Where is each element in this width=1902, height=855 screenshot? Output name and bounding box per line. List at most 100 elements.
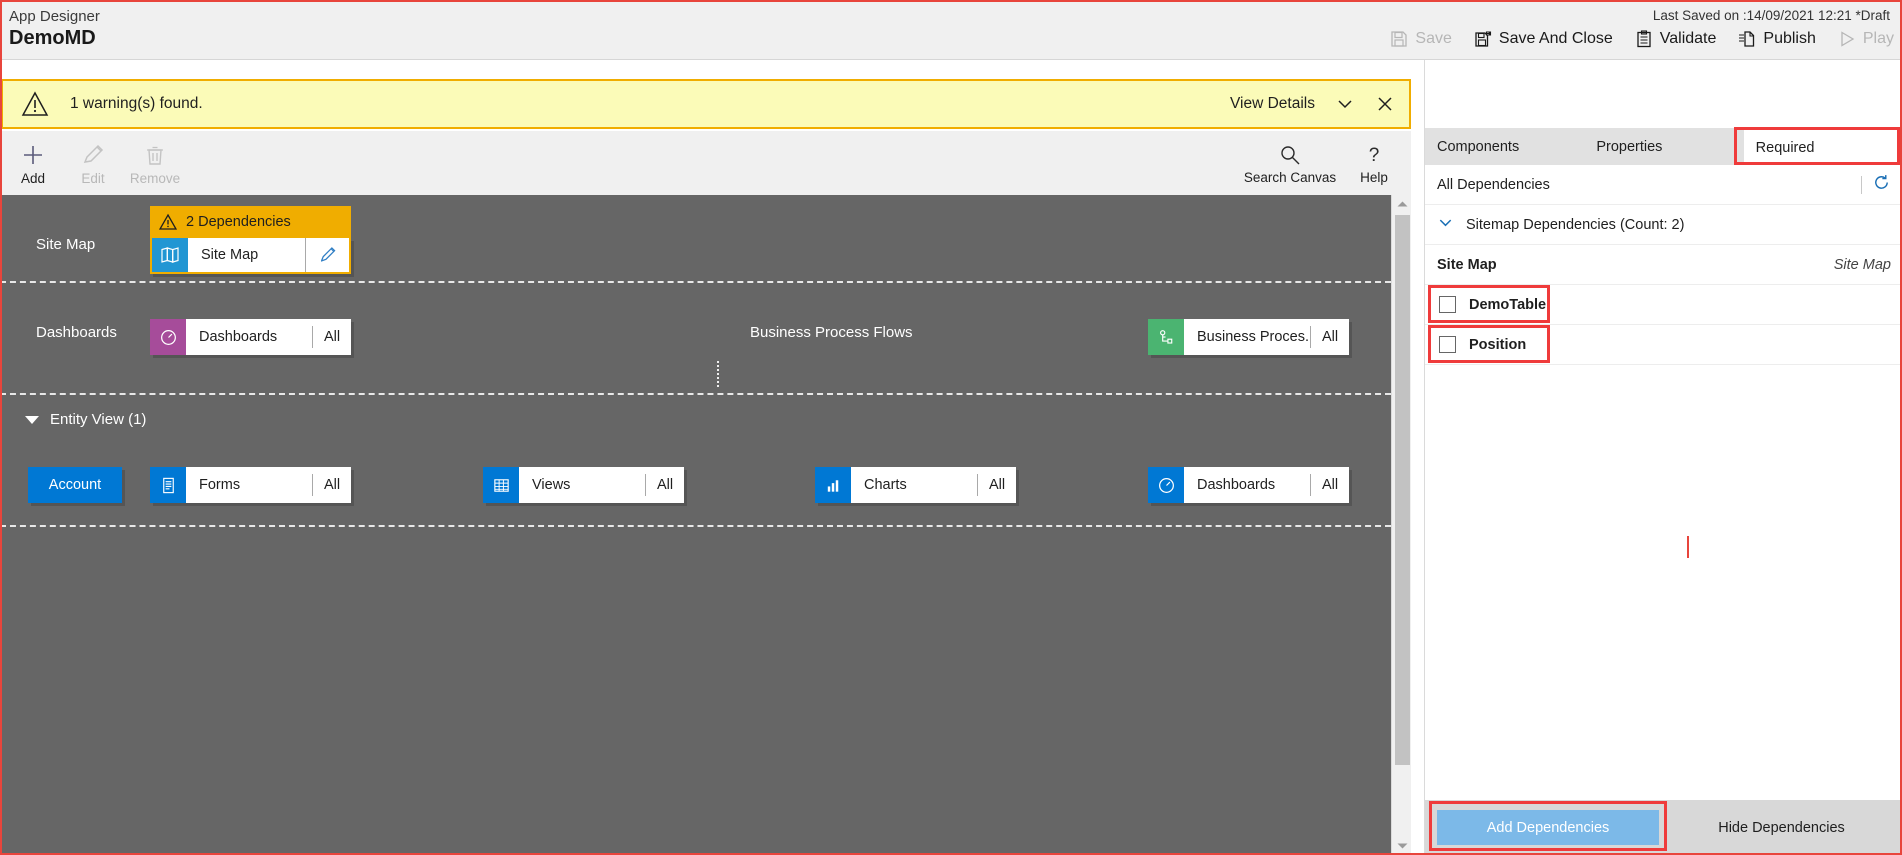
sitemap-dependencies-label: 2 Dependencies [186,214,291,230]
dependency-subheader-right: Site Map [1833,256,1891,273]
bpf-zone-divider [717,361,719,387]
entity-views-tile[interactable]: Views All [483,467,684,503]
dashboards-zone-label: Dashboards [36,324,117,341]
dependency-label-demotable: DemoTable [1469,296,1547,313]
tab-properties[interactable]: Properties [1584,128,1743,165]
dashboards-tile[interactable]: Dashboards All [150,319,351,355]
scroll-down-arrow-icon[interactable] [1392,837,1412,855]
entity-account-button[interactable]: Account [28,467,122,503]
sitemap-tile-group: 2 Dependencies Site Map [150,206,351,274]
entity-dashboards-tile[interactable]: Dashboards All [1148,467,1349,503]
validate-clipboard-icon [1635,30,1653,48]
toolbar-divider [1861,175,1862,194]
warning-message: 1 warning(s) found. [70,95,203,112]
sitemap-dependencies-badge[interactable]: 2 Dependencies [150,206,351,238]
remove-label: Remove [129,170,181,186]
all-dependencies-row: All Dependencies [1425,165,1902,205]
play-label: Play [1862,30,1894,47]
dashboard-gauge-icon [150,319,186,355]
app-designer-canvas: Site Map 2 Dependencies Site Map Dashboa… [0,195,1391,855]
form-icon [150,467,186,503]
bpf-tile[interactable]: Business Proces... All [1148,319,1349,355]
dashboard-gauge-icon [1148,467,1184,503]
edit-label: Edit [81,170,105,186]
dependency-label-position: Position [1469,336,1527,353]
help-button[interactable]: ? Help [1345,137,1403,191]
entity-view-label: Entity View (1) [50,411,147,428]
sitemap-edit-button[interactable] [305,238,349,272]
app-designer-label: App Designer [9,8,100,25]
top-header: App Designer DemoMD Last Saved on :14/09… [0,0,1902,60]
all-dependencies-label: All Dependencies [1437,176,1550,193]
entity-view-zone: Entity View (1) Account Forms All Views … [0,395,1391,527]
pencil-icon [81,143,105,167]
entity-dashboards-all: All [1311,467,1349,503]
canvas-scrollbar[interactable] [1391,195,1411,855]
dependency-row-position[interactable]: Position [1425,325,1902,365]
validate-button[interactable]: Validate [1635,30,1717,48]
entity-views-label: Views [519,467,645,503]
dashboards-bpf-zone: Dashboards Dashboards All Business Proce… [0,283,1391,395]
entity-forms-all: All [313,467,351,503]
warning-actions: View Details [1230,81,1395,127]
command-bar: Add Edit Remove Search Canvas ? Help [0,131,1411,195]
bpf-zone-label: Business Process Flows [750,324,913,341]
refresh-icon[interactable] [1872,173,1891,197]
grid-view-icon [483,467,519,503]
scroll-up-arrow-icon[interactable] [1392,195,1412,213]
question-mark-icon: ? [1363,144,1385,166]
save-and-close-button[interactable]: Save And Close [1474,30,1613,48]
close-icon[interactable] [1375,94,1395,114]
add-dependencies-button[interactable]: Add Dependencies [1437,810,1659,845]
dashboards-tile-label: Dashboards [186,319,312,355]
hide-dependencies-button[interactable]: Hide Dependencies [1674,810,1889,845]
all-dependencies-tools [1861,173,1891,197]
validate-label: Validate [1659,30,1717,47]
right-panel: Components Properties Required All Depen… [1424,60,1902,855]
entity-forms-label: Forms [186,467,312,503]
process-flow-icon [1148,319,1184,355]
publish-button[interactable]: Publish [1738,30,1816,48]
warning-triangle-icon [150,213,186,231]
save-and-close-label: Save And Close [1498,30,1613,47]
remove-button[interactable]: Remove [122,137,188,191]
sitemap-tile-label: Site Map [188,238,305,272]
help-label: Help [1360,169,1388,185]
add-button[interactable]: Add [0,137,66,191]
search-canvas-button[interactable]: Search Canvas [1240,137,1340,191]
chevron-down-icon [1437,214,1454,236]
dependency-row-demotable[interactable]: DemoTable [1425,285,1902,325]
panel-footer: Add Dependencies Hide Dependencies [1425,800,1902,855]
search-icon [1279,144,1301,166]
entity-views-all: All [646,467,684,503]
bpf-tile-label: Business Proces... [1184,319,1310,355]
publish-icon [1738,30,1756,48]
play-button[interactable]: Play [1838,30,1894,48]
sitemap-tile[interactable]: Site Map [150,238,351,274]
sitemap-dependencies-group[interactable]: Sitemap Dependencies (Count: 2) [1425,205,1902,245]
edit-button[interactable]: Edit [60,137,126,191]
last-saved-status: Last Saved on :14/09/2021 12:21 *Draft [1652,8,1890,23]
tab-required[interactable]: Required [1743,128,1902,165]
entity-view-toggle[interactable]: Entity View (1) [25,411,146,428]
tab-components[interactable]: Components [1425,128,1584,165]
sitemap-zone-label: Site Map [36,236,96,253]
svg-text:?: ? [1369,145,1380,166]
save-button[interactable]: Save [1390,30,1452,48]
view-details-link[interactable]: View Details [1230,95,1315,113]
add-label: Add [20,170,46,186]
dependency-checkbox-demotable[interactable] [1439,296,1456,313]
page-title: DemoMD [9,27,96,49]
canvas-scroll-thumb[interactable] [1395,215,1410,765]
chevron-down-icon[interactable] [1335,94,1355,114]
entity-forms-tile[interactable]: Forms All [150,467,351,503]
dependency-checkbox-position[interactable] [1439,336,1456,353]
map-icon [152,238,188,272]
entity-charts-all: All [978,467,1016,503]
trash-icon [143,143,167,167]
entity-charts-tile[interactable]: Charts All [815,467,1016,503]
bpf-tile-all: All [1311,319,1349,355]
publish-label: Publish [1763,30,1816,47]
dependency-subheader-left: Site Map [1437,256,1497,273]
save-and-close-icon [1474,30,1492,48]
